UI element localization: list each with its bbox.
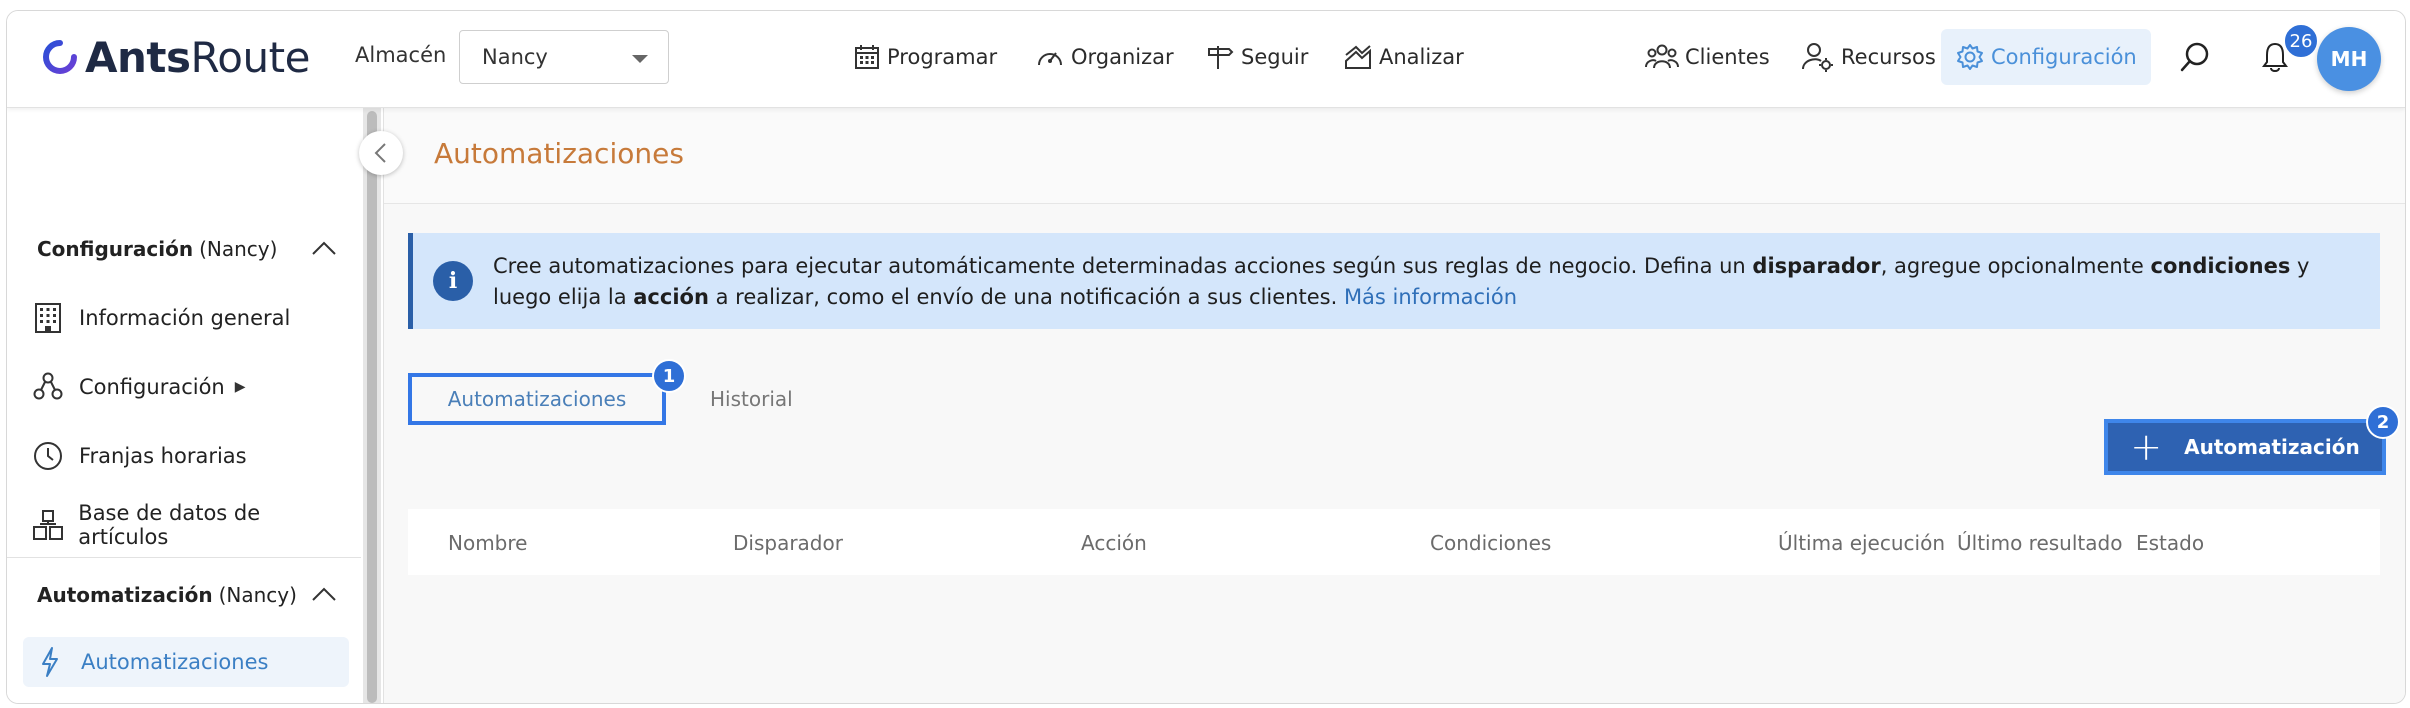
building-icon xyxy=(31,301,65,335)
sidebar-item-label: Configuración xyxy=(79,375,225,399)
section-context: (Nancy) xyxy=(218,583,297,607)
app-window: AntsRoute Almacén Nancy Programar Organi… xyxy=(6,10,2406,704)
sidebar-item-label: Información general xyxy=(79,306,291,330)
sidebar-item-label: Franjas horarias xyxy=(79,444,247,468)
nodes-icon xyxy=(31,370,65,404)
chart-icon xyxy=(1345,45,1371,69)
add-automation-button[interactable]: + Automatización xyxy=(2104,419,2386,475)
info-banner: i Cree automatizaciones para ejecutar au… xyxy=(408,233,2380,329)
logo[interactable]: AntsRoute xyxy=(43,31,310,83)
tab-automatizaciones[interactable]: Automatizaciones xyxy=(408,373,666,425)
sidebar-item-base-datos-articulos[interactable]: Base de datos de artículos xyxy=(31,500,351,550)
nav-configuracion[interactable]: Configuración xyxy=(1941,29,2151,85)
brand-name: AntsRoute xyxy=(85,32,310,82)
sidebar-item-franjas-horarias[interactable]: Franjas horarias xyxy=(31,431,351,481)
caret-down-icon xyxy=(632,55,648,63)
collapse-sidebar-button[interactable] xyxy=(359,131,403,175)
logo-mark-icon xyxy=(43,40,77,74)
notification-count-badge: 26 xyxy=(2283,23,2319,59)
nav-recursos[interactable]: Recursos xyxy=(1801,29,1936,85)
nav-label: Configuración xyxy=(1991,45,2137,69)
section-context: (Nancy) xyxy=(199,237,278,261)
sidebar-section-configuracion[interactable]: Configuración (Nancy) xyxy=(37,229,337,269)
chevron-left-icon xyxy=(374,143,386,163)
sidebar-item-automatizaciones[interactable]: Automatizaciones xyxy=(23,637,349,687)
info-text: Cree automatizaciones para ejecutar auto… xyxy=(493,254,2310,309)
column-header-nombre[interactable]: Nombre xyxy=(448,531,527,555)
speedometer-icon xyxy=(1038,52,1062,66)
warehouse-label: Almacén xyxy=(355,43,447,67)
people-icon xyxy=(1645,44,1679,69)
nav-clientes[interactable]: Clientes xyxy=(1645,29,1770,85)
chevron-up-icon xyxy=(312,587,336,601)
avatar[interactable]: MH xyxy=(2317,27,2381,91)
column-header-ultimo-resultado[interactable]: Último resultado xyxy=(1957,531,2122,555)
sidebar-item-label: Base de datos de artículos xyxy=(78,501,261,549)
column-header-disparador[interactable]: Disparador xyxy=(733,531,843,555)
column-header-accion[interactable]: Acción xyxy=(1081,531,1147,555)
column-header-ultima-ejecucion[interactable]: Última ejecución xyxy=(1778,531,1945,555)
sidebar: Configuración (Nancy) Información genera… xyxy=(7,107,361,703)
nav-label: Seguir xyxy=(1241,45,1309,69)
sidebar-item-informacion-general[interactable]: Información general xyxy=(31,293,351,343)
signpost-icon xyxy=(1208,46,1234,69)
column-header-estado[interactable]: Estado xyxy=(2136,531,2204,555)
sidebar-scrollbar-thumb[interactable] xyxy=(367,111,377,703)
tab-historial[interactable]: Historial xyxy=(710,373,793,425)
nav-analizar[interactable]: Analizar xyxy=(1343,29,1464,85)
nav-label: Analizar xyxy=(1379,45,1464,69)
nav-organizar[interactable]: Organizar xyxy=(1035,29,1174,85)
step-marker-1: 1 xyxy=(652,359,686,393)
search-icon xyxy=(2180,42,2209,72)
calendar-icon xyxy=(855,45,879,69)
submenu-arrow-icon: ▶ xyxy=(234,379,246,395)
nav-label: Programar xyxy=(887,45,998,69)
sidebar-divider xyxy=(7,557,361,558)
boxes-icon xyxy=(31,508,64,542)
warehouse-select[interactable]: Nancy xyxy=(459,30,669,84)
nav-seguir[interactable]: Seguir xyxy=(1205,29,1308,85)
nav-label: Organizar xyxy=(1071,45,1174,69)
main-content: Automatizaciones i Cree automatizaciones… xyxy=(383,107,2405,703)
sidebar-item-label: Automatizaciones xyxy=(81,650,269,674)
nav-label: Clientes xyxy=(1685,45,1770,69)
table-header: Nombre Disparador Acción Condiciones Últ… xyxy=(408,509,2380,575)
warehouse-select-value: Nancy xyxy=(482,45,548,69)
more-info-link[interactable]: Más información xyxy=(1344,285,1517,309)
chevron-up-icon xyxy=(312,241,336,255)
section-title: Automatización xyxy=(37,583,213,607)
nav-label: Recursos xyxy=(1841,45,1936,69)
sidebar-item-configuracion[interactable]: Configuración ▶ xyxy=(31,362,351,412)
info-icon: i xyxy=(433,261,473,301)
clock-icon xyxy=(31,439,65,473)
search-button[interactable] xyxy=(2171,33,2219,81)
gear-icon xyxy=(1957,44,1983,70)
section-title: Configuración xyxy=(37,237,194,261)
step-marker-2: 2 xyxy=(2366,405,2400,439)
column-header-condiciones[interactable]: Condiciones xyxy=(1430,531,1551,555)
top-bar: AntsRoute Almacén Nancy Programar Organi… xyxy=(7,11,2405,108)
plus-icon: + xyxy=(2130,425,2163,469)
add-automation-label: Automatización xyxy=(2184,435,2360,459)
page-title: Automatizaciones xyxy=(434,137,684,170)
lightning-icon xyxy=(33,645,67,679)
nav-programar[interactable]: Programar xyxy=(853,29,997,85)
sidebar-section-automatizacion[interactable]: Automatización (Nancy) xyxy=(37,575,337,615)
user-gear-icon xyxy=(1802,43,1833,72)
page-header: Automatizaciones xyxy=(384,107,2405,204)
